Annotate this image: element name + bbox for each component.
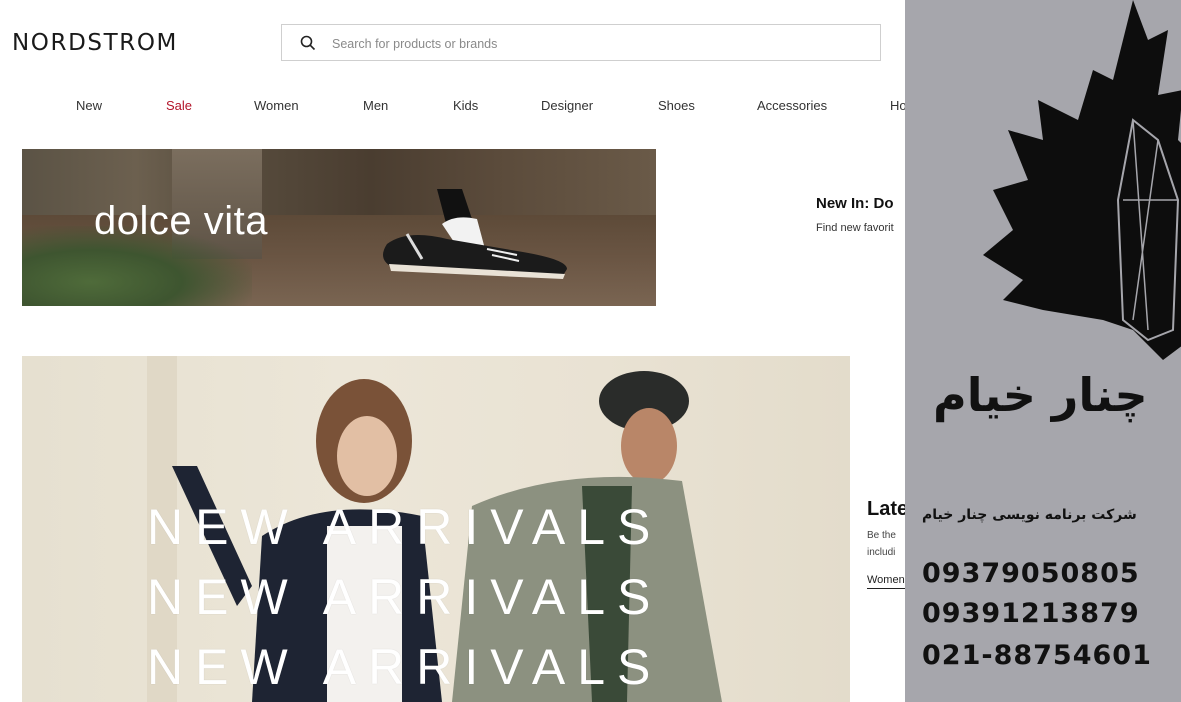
new-arrivals-line: NEW ARRIVALS [147,499,663,555]
new-arrivals-line: NEW ARRIVALS [147,639,663,695]
nav-item-accessories[interactable]: Accessories [757,98,827,113]
search-bar[interactable] [281,24,881,61]
dolce-vita-banner[interactable]: dolce vita [22,149,656,306]
nav-item-women[interactable]: Women [254,98,299,113]
promo-subtitle: Find new favorit [816,222,894,234]
maple-leaf-icon [983,0,1181,360]
ad-phone: 021-88754601 [922,640,1152,671]
advertisement-panel: چنار خیام شرکت برنامه نویسی چنار خیام 09… [905,0,1181,702]
nav-item-sale[interactable]: Sale [166,98,192,113]
banner-caption: dolce vita [94,199,268,243]
nav-item-shoes[interactable]: Shoes [658,98,695,113]
search-icon[interactable] [300,35,316,51]
ad-phone: 09379050805 [922,558,1140,589]
shop-women-link[interactable]: Women [867,574,905,589]
nav-item-men[interactable]: Men [363,98,388,113]
promo-title[interactable]: New In: Do [816,195,894,212]
new-arrivals-line: NEW ARRIVALS [147,569,663,625]
new-arrivals-banner[interactable]: NEW ARRIVALS NEW ARRIVALS NEW ARRIVALS [22,356,850,702]
sneaker-illustration [383,189,567,279]
nav-item-kids[interactable]: Kids [453,98,478,113]
promo-title[interactable]: Late [867,498,908,521]
promo-description: Be the [867,530,896,541]
nav-item-designer[interactable]: Designer [541,98,593,113]
ad-tagline: شرکت برنامه نویسی چنار خیام [922,507,1137,523]
search-input[interactable] [330,31,854,57]
nav-item-new[interactable]: New [76,98,102,113]
promo-description: includi [867,547,896,558]
ad-phone: 09391213879 [922,598,1140,629]
main-nav: New Sale Women Men Kids Designer Shoes A… [0,98,907,118]
site-logo[interactable]: NORDSTROM [12,30,178,56]
ad-brand: چنار خیام [933,368,1148,422]
